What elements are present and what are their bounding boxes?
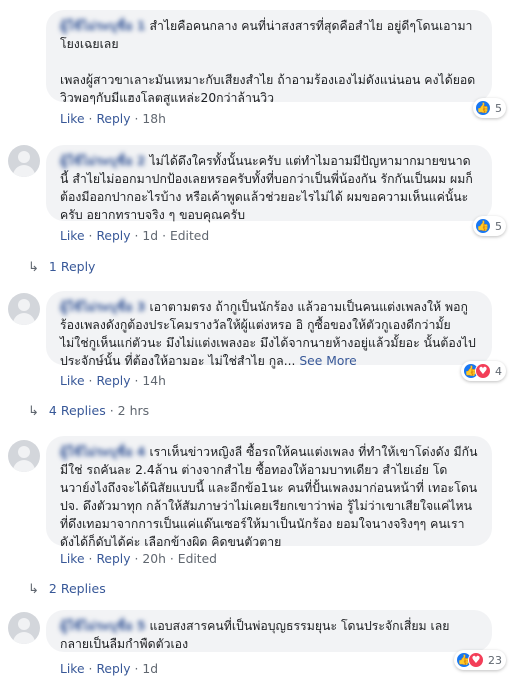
reply-arrow-icon: ↳ [28,260,39,275]
comment-author[interactable]: ผู้ใช้ไม่ระบุชื่อ 4 [60,443,145,461]
view-replies[interactable]: ↳ 2 Replies [28,580,106,598]
edited-label[interactable]: Edited [170,229,209,243]
avatar[interactable] [8,440,40,472]
reaction-summary[interactable]: 👍 ♥ 4 [461,361,506,381]
avatar[interactable] [8,293,40,325]
comment-time[interactable]: 1d [142,229,158,243]
reaction-count: 5 [495,219,502,233]
comment-bubble: ผู้ใช้ไม่ระบุชื่อ 5 แอบสงสารคนที่เป็นพ่อบ… [46,610,492,652]
comment-actions: Like · Reply · 1d [60,662,159,676]
reaction-summary[interactable]: 👍 5 [473,98,506,118]
comment-author[interactable]: ผู้ใช้ไม่ระบุชื่อ 2 [60,152,145,170]
thumbs-up-icon: 👍 [475,218,491,234]
thumbs-up-icon: 👍 [475,100,491,116]
reply-arrow-icon: ↳ [28,582,39,597]
see-more-link[interactable]: See More [299,354,356,368]
reaction-count: 5 [495,101,502,115]
like-link[interactable]: Like [60,229,85,243]
reply-link[interactable]: Reply [96,229,130,243]
comment-time[interactable]: 14h [142,374,165,388]
comment-actions: Like · Reply · 18h [60,112,166,126]
comment-time[interactable]: 18h [142,112,165,126]
heart-icon: ♥ [475,363,491,379]
reaction-summary[interactable]: 👍 5 [473,216,506,236]
reaction-count: 23 [488,653,502,667]
like-link[interactable]: Like [60,662,85,676]
reply-link[interactable]: Reply [96,552,130,566]
comment-author[interactable]: ผู้ใช้ไม่ระบุชื่อ 3 [60,298,145,316]
reply-link[interactable]: Reply [96,662,130,676]
comment-actions: Like · Reply · 1d · Edited [60,229,210,243]
comment-actions: Like · Reply · 20h · Edited [60,552,217,566]
edited-label[interactable]: Edited [178,552,217,566]
comment-time[interactable]: 1d [142,662,158,676]
replies-count[interactable]: 1 Reply [49,259,96,274]
comment-actions: Like · Reply · 14h [60,374,166,388]
comment-bubble: ผู้ใช้ไม่ระบุชื่อ 3 เอาตามตรง ถ้ากูเป็นนั… [46,291,492,368]
view-replies[interactable]: ↳ 1 Reply [28,258,95,276]
avatar[interactable] [8,612,40,644]
comment-author[interactable]: ผู้ใช้ไม่ระบุชื่อ 1 [60,17,145,35]
replies-time: 2 hrs [117,403,150,418]
reply-arrow-icon: ↳ [28,404,39,419]
like-link[interactable]: Like [60,112,85,126]
like-link[interactable]: Like [60,374,85,388]
comment-text: เพลงผู้สาวขาเลาะมันเหมาะกับเสียงสำไย ถ้า… [60,73,476,105]
like-link[interactable]: Like [60,552,85,566]
view-replies[interactable]: ↳ 4 Replies · 2 hrs [28,402,149,420]
replies-count[interactable]: 4 Replies [49,403,106,418]
comment-bubble: ผู้ใช้ไม่ระบุชื่อ 1 สำไยคือคนกลาง คนที่น่… [46,10,492,105]
reply-link[interactable]: Reply [96,374,130,388]
reply-link[interactable]: Reply [96,112,130,126]
comment-author[interactable]: ผู้ใช้ไม่ระบุชื่อ 5 [60,617,145,635]
avatar[interactable] [8,145,40,177]
comment-time[interactable]: 20h [142,552,165,566]
comment-bubble: ผู้ใช้ไม่ระบุชื่อ 4 เราเห็นข่าวหญิงลี ซื้… [46,436,492,549]
heart-icon: ♥ [468,652,484,668]
replies-count[interactable]: 2 Replies [49,581,106,596]
reaction-count: 4 [495,364,502,378]
reaction-summary[interactable]: 👍 ♥ 23 [454,650,506,670]
comment-bubble: ผู้ใช้ไม่ระบุชื่อ 2 ไม่ได้ดึงใครทั้งนั้นน… [46,145,492,222]
